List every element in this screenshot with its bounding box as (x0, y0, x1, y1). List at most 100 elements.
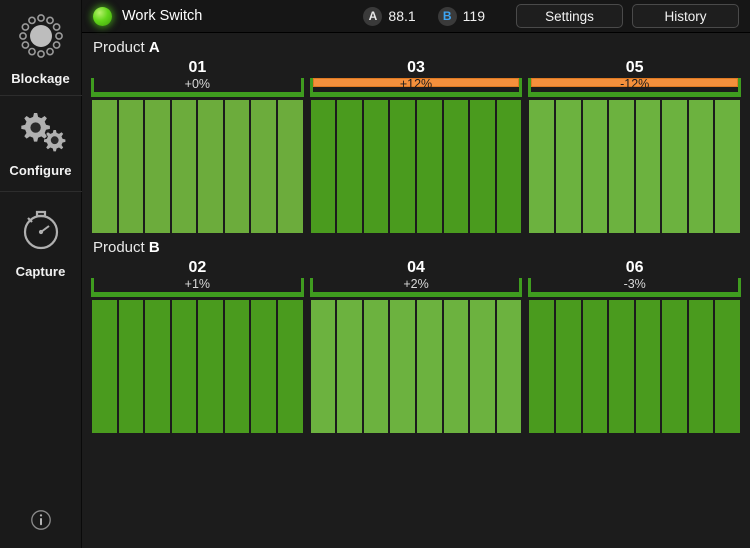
bar[interactable] (661, 300, 688, 433)
product-block-b: Product B 02 +1% 04 +2% 06 -3% (82, 233, 750, 433)
bar-section-02[interactable] (91, 300, 304, 433)
section-04[interactable]: 04 +2% (309, 258, 523, 297)
bar[interactable] (442, 300, 470, 433)
bar[interactable] (362, 300, 390, 433)
channel-b-value: 119 (462, 8, 485, 24)
channel-b: B 119 (437, 6, 485, 26)
bar[interactable] (91, 100, 118, 233)
bar[interactable] (581, 100, 609, 233)
bar[interactable] (362, 100, 390, 233)
section-03[interactable]: 03 +12% (309, 58, 523, 97)
section-delta-04: +2% (403, 277, 429, 291)
bar[interactable] (469, 300, 496, 433)
bar[interactable] (634, 300, 662, 433)
stopwatch-icon (14, 202, 68, 261)
bar[interactable] (442, 100, 470, 233)
product-block-a: Product A 01 +0% 03 +12% 05 -12% (82, 33, 750, 233)
product-b-letter: B (148, 239, 160, 256)
section-number-05: 05 (625, 59, 644, 76)
bar[interactable] (469, 100, 496, 233)
section-bracket-02: +1% (91, 278, 304, 297)
bars-row-b (91, 300, 741, 433)
sections-row-b: 02 +1% 04 +2% 06 -3% (91, 258, 742, 297)
bar[interactable] (144, 300, 171, 433)
bar[interactable] (634, 100, 662, 233)
bar[interactable] (389, 300, 416, 433)
bar[interactable] (495, 100, 523, 233)
bar[interactable] (554, 100, 582, 233)
bar[interactable] (250, 300, 278, 433)
status-led-green-icon[interactable] (93, 6, 112, 26)
bar[interactable] (495, 300, 523, 433)
section-number-02: 02 (188, 259, 207, 276)
section-delta-06: -3% (623, 277, 646, 291)
bar[interactable] (415, 300, 443, 433)
section-01[interactable]: 01 +0% (91, 58, 304, 97)
bar[interactable] (528, 300, 555, 433)
bar[interactable] (309, 300, 337, 433)
bar-section-01[interactable] (91, 100, 304, 233)
channel-a-badge: A (363, 6, 383, 26)
bar[interactable] (554, 300, 582, 433)
product-b-word: Product (93, 239, 145, 256)
blockage-ring-icon (14, 9, 68, 68)
product-a-title: Product A (91, 33, 741, 58)
settings-button[interactable]: Settings (516, 4, 623, 28)
bar[interactable] (250, 100, 278, 233)
info-icon (30, 509, 52, 536)
section-05[interactable]: 05 -12% (528, 58, 742, 97)
bar[interactable] (714, 300, 741, 433)
bar[interactable] (170, 100, 198, 233)
section-bracket-03: +12% (309, 77, 523, 97)
sidebar-item-label-capture: Capture (15, 263, 66, 279)
bar[interactable] (714, 100, 741, 233)
bar-section-04[interactable] (309, 300, 523, 433)
bar[interactable] (277, 100, 304, 233)
bar[interactable] (528, 100, 555, 233)
bar[interactable] (223, 300, 251, 433)
bar[interactable] (608, 100, 635, 233)
bar[interactable] (661, 100, 688, 233)
sidebar-item-label-blockage: Blockage (11, 71, 70, 86)
section-bracket-05: -12% (528, 78, 742, 97)
bar[interactable] (144, 100, 171, 233)
bar-section-06[interactable] (528, 300, 741, 433)
bar[interactable] (91, 300, 118, 433)
sidebar-item-blockage[interactable]: Blockage (0, 0, 82, 96)
section-02[interactable]: 02 +1% (91, 258, 304, 297)
sidebar-item-capture[interactable]: Capture (0, 192, 82, 288)
bar[interactable] (309, 100, 337, 233)
section-bracket-01: +0% (91, 78, 304, 97)
bar[interactable] (336, 100, 363, 233)
bar[interactable] (687, 100, 715, 233)
bar[interactable] (389, 100, 416, 233)
bar[interactable] (197, 100, 224, 233)
bar[interactable] (170, 300, 198, 433)
work-switch-title: Work Switch (122, 8, 203, 24)
sidebar-item-configure[interactable]: Configure (0, 96, 82, 192)
bar[interactable] (336, 300, 363, 433)
bar[interactable] (117, 100, 145, 233)
bar[interactable] (415, 100, 443, 233)
channel-a-value: 88.1 (388, 8, 416, 24)
history-button[interactable]: History (632, 4, 739, 28)
section-number-06: 06 (625, 259, 644, 276)
section-number-03: 03 (407, 59, 425, 76)
section-bracket-04: +2% (309, 277, 523, 297)
bar-section-03[interactable] (309, 100, 523, 233)
bar[interactable] (581, 300, 609, 433)
main-panel: Work Switch A 88.1 B 119 Settings Histor… (82, 0, 750, 548)
bar[interactable] (608, 300, 635, 433)
content-area: Product A 01 +0% 03 +12% 05 -12% Product B 02… (82, 33, 750, 548)
info-button[interactable] (0, 509, 82, 536)
section-06[interactable]: 06 -3% (528, 258, 742, 297)
section-delta-03: +12% (399, 77, 433, 91)
bar[interactable] (687, 300, 715, 433)
channel-a: A 88.1 (363, 6, 416, 26)
bars-row-a (91, 100, 741, 233)
bar[interactable] (117, 300, 145, 433)
bar-section-05[interactable] (528, 100, 741, 233)
bar[interactable] (223, 100, 251, 233)
bar[interactable] (197, 300, 224, 433)
bar[interactable] (277, 300, 304, 433)
